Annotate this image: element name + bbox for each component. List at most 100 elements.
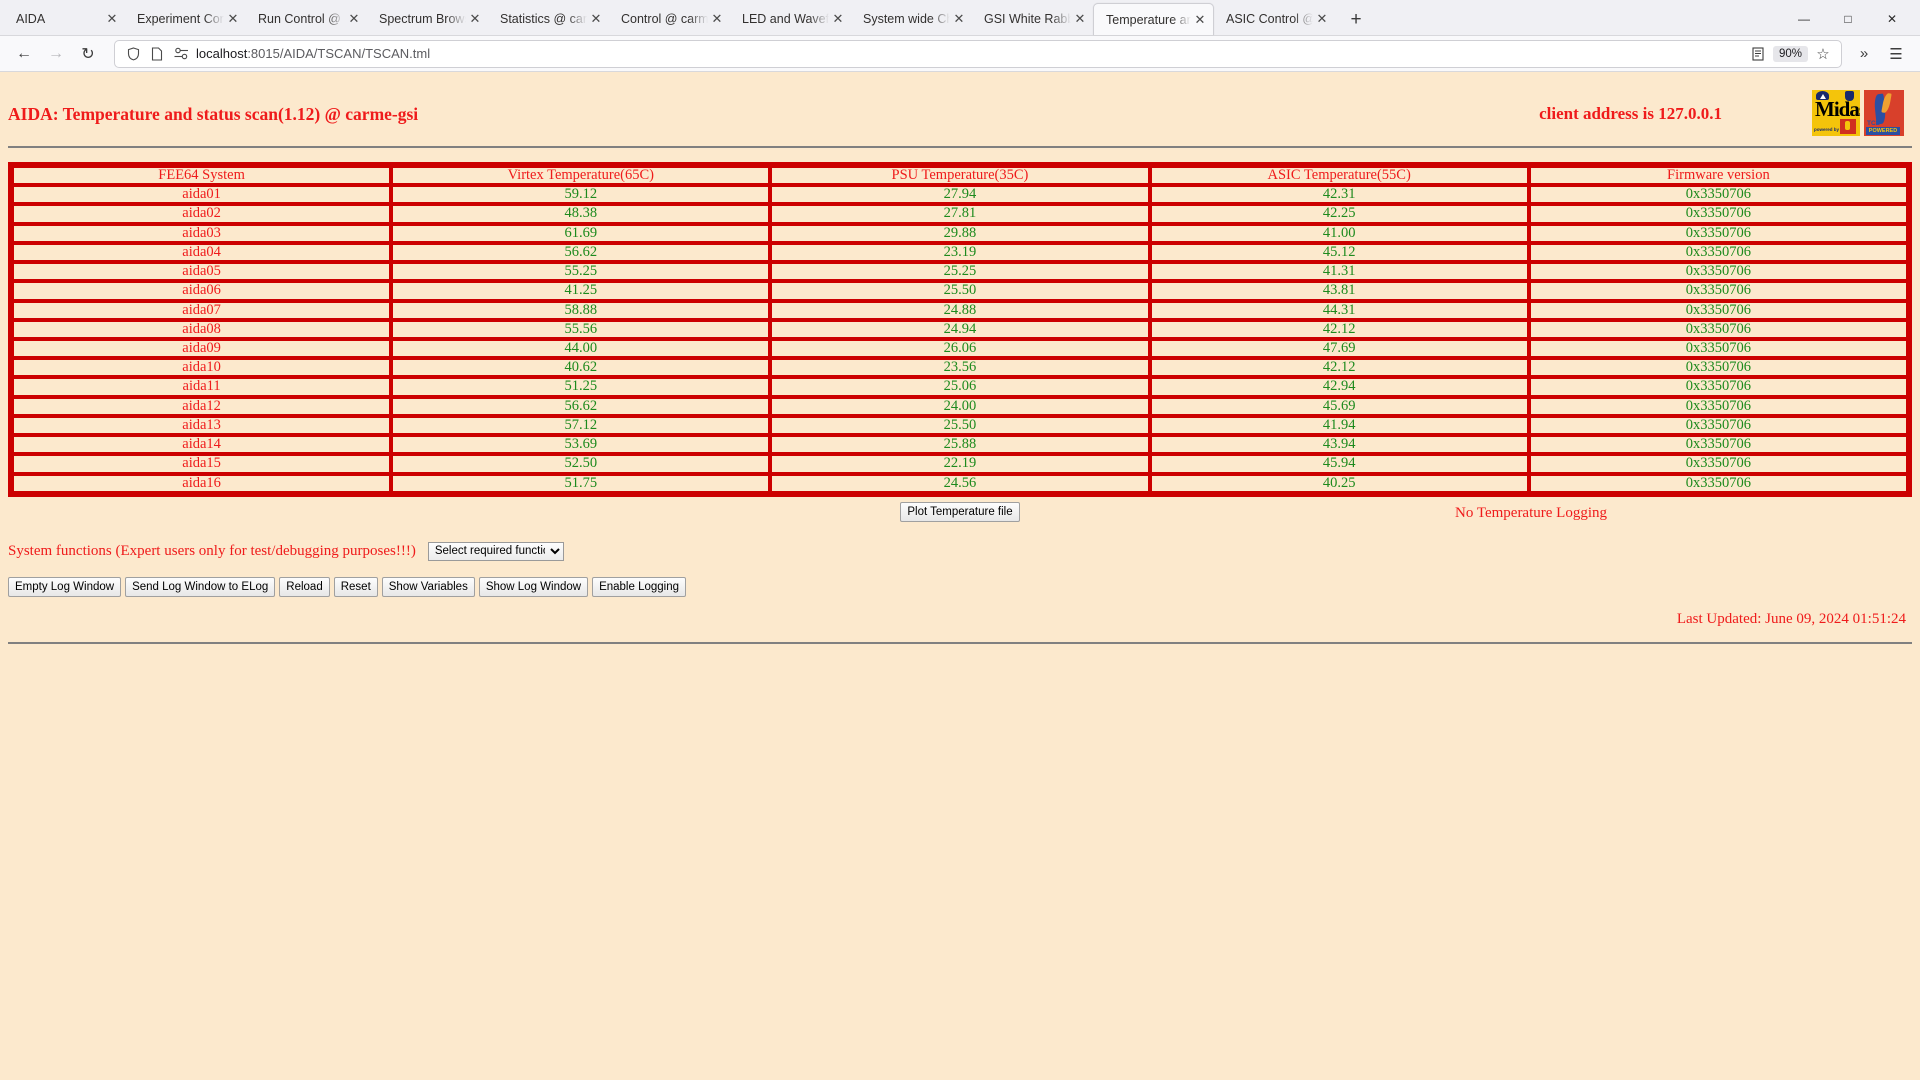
cell-asic: 47.69 [1149, 338, 1529, 359]
shield-icon[interactable] [121, 46, 145, 61]
action-button-empty-log-window[interactable]: Empty Log Window [8, 576, 122, 597]
page-header: AIDA: Temperature and status scan(1.12) … [8, 72, 1912, 136]
cell-psu: 29.88 [770, 223, 1150, 243]
cell-system: aida07 [12, 300, 392, 320]
browser-tab[interactable]: System wide Check✕ [851, 3, 972, 35]
cell-system: aida16 [12, 473, 392, 493]
browser-tab[interactable]: Statistics @ carme✕ [488, 3, 609, 35]
plot-row: Plot Temperature file No Temperature Log… [8, 501, 1912, 528]
bookmark-star-icon[interactable]: ☆ [1811, 45, 1835, 63]
cell-firmware: 0x3350706 [1528, 300, 1908, 320]
tcl-logo-text: TCL [1867, 120, 1880, 127]
cell-virtex: 55.25 [391, 262, 771, 282]
cell-virtex: 58.88 [391, 300, 771, 320]
cell-virtex: 41.25 [391, 281, 771, 301]
cell-system: aida10 [12, 358, 392, 378]
maximize-button[interactable]: □ [1826, 3, 1870, 35]
browser-tab[interactable]: ASIC Control @ car✕ [1214, 3, 1335, 35]
cell-virtex: 55.56 [391, 319, 771, 339]
browser-tab[interactable]: AIDA ✕ [4, 3, 125, 35]
tab-close-icon[interactable]: ✕ [708, 10, 726, 28]
permissions-icon[interactable] [169, 47, 193, 60]
cell-firmware: 0x3350706 [1528, 377, 1908, 397]
browser-tab[interactable]: Experiment Control✕ [125, 3, 246, 35]
browser-tab[interactable]: Spectrum Browser✕ [367, 3, 488, 35]
cell-asic: 42.94 [1149, 377, 1529, 397]
temperature-table: FEE64 System Virtex Temperature(65C) PSU T… [8, 162, 1912, 497]
cell-asic: 41.94 [1149, 415, 1529, 436]
tab-close-icon[interactable]: ✕ [224, 10, 242, 28]
tab-close-icon[interactable]: ✕ [103, 10, 121, 28]
tab-close-icon[interactable]: ✕ [466, 10, 484, 28]
url-path: :8015/AIDA/TSCAN/TSCAN.tml [247, 46, 431, 61]
app-menu-icon[interactable]: ☰ [1880, 39, 1912, 69]
cell-firmware: 0x3350706 [1528, 204, 1908, 224]
cell-virtex: 53.69 [391, 435, 771, 455]
tab-close-icon[interactable]: ✕ [950, 10, 968, 28]
tab-close-icon[interactable]: ✕ [587, 10, 605, 28]
close-window-button[interactable]: ✕ [1870, 3, 1914, 35]
cell-psu: 23.56 [770, 358, 1150, 378]
browser-tab[interactable]: Control @ carme-gsi✕ [609, 3, 730, 35]
cell-psu: 23.19 [770, 242, 1150, 263]
tab-close-icon[interactable]: ✕ [829, 10, 847, 28]
cell-asic: 42.12 [1149, 358, 1529, 378]
new-tab-button[interactable]: + [1341, 5, 1371, 35]
action-button-reset[interactable]: Reset [333, 576, 378, 597]
action-button-show-log-window[interactable]: Show Log Window [478, 576, 589, 597]
cell-psu: 24.00 [770, 396, 1150, 416]
browser-tab[interactable]: LED and Waveform✕ [730, 3, 851, 35]
table-row: aida09 44.00 26.06 47.69 0x3350706 [12, 338, 1908, 359]
table-row: aida04 56.62 23.19 45.12 0x3350706 [12, 242, 1908, 263]
tab-label: System wide Check [863, 12, 950, 26]
system-functions-row: System functions (Expert users only for … [8, 541, 1912, 561]
tab-label: GSI White Rabbit Ti [984, 12, 1071, 26]
cell-firmware: 0x3350706 [1528, 415, 1908, 436]
cell-virtex: 51.75 [391, 473, 771, 493]
function-select[interactable]: Select required function [427, 541, 564, 561]
action-button-enable-logging[interactable]: Enable Logging [592, 576, 687, 597]
table-row: aida02 48.38 27.81 42.25 0x3350706 [12, 204, 1908, 224]
client-address: client address is 127.0.0.1 [1539, 104, 1722, 123]
cell-asic: 45.12 [1149, 242, 1529, 263]
cell-firmware: 0x3350706 [1528, 473, 1908, 493]
cell-firmware: 0x3350706 [1528, 358, 1908, 378]
overflow-menu-icon[interactable]: » [1848, 39, 1880, 69]
minimize-button[interactable]: — [1782, 3, 1826, 35]
cell-asic: 43.94 [1149, 435, 1529, 455]
table-row: aida07 58.88 24.88 44.31 0x3350706 [12, 300, 1908, 320]
action-button-reload[interactable]: Reload [279, 576, 330, 597]
action-button-send-log-window-to-elog[interactable]: Send Log Window to ELog [125, 576, 276, 597]
tab-label: Control @ carme-gsi [621, 12, 708, 26]
browser-tab[interactable]: GSI White Rabbit Ti✕ [972, 3, 1093, 35]
action-button-row: Empty Log Window Send Log Window to ELog R… [8, 576, 1912, 597]
tab-close-icon[interactable]: ✕ [1191, 11, 1209, 29]
toolbar-right: » ☰ [1848, 39, 1912, 69]
back-icon[interactable]: ← [8, 39, 40, 69]
cell-firmware: 0x3350706 [1528, 319, 1908, 339]
tab-close-icon[interactable]: ✕ [1071, 10, 1089, 28]
plot-temperature-file-button[interactable]: Plot Temperature file [900, 501, 1020, 522]
forward-icon[interactable]: → [40, 39, 72, 69]
action-button-show-variables[interactable]: Show Variables [381, 576, 475, 597]
page-icon[interactable] [145, 46, 169, 61]
table-row: aida16 51.75 24.56 40.25 0x3350706 [12, 473, 1908, 493]
tab-close-icon[interactable]: ✕ [1313, 10, 1331, 28]
table-row: aida12 56.62 24.00 45.69 0x3350706 [12, 396, 1908, 416]
url-bar[interactable]: localhost:8015/AIDA/TSCAN/TSCAN.tml 90% … [114, 39, 1842, 68]
table-row: aida11 51.25 25.06 42.94 0x3350706 [12, 377, 1908, 397]
reload-icon[interactable]: ↻ [72, 39, 104, 69]
tab-strip: AIDA✕Experiment Control✕Run Control @ ca… [0, 0, 1920, 36]
zoom-level-badge[interactable]: 90% [1772, 45, 1808, 62]
navigation-toolbar: ← → ↻ localhost:8015/AIDA/TSCAN/TSCAN.tm… [0, 36, 1920, 72]
browser-tab[interactable]: Run Control @ carme✕ [246, 3, 367, 35]
browser-tab[interactable]: Temperature and st✕ [1093, 3, 1214, 35]
reader-view-icon[interactable] [1746, 46, 1770, 61]
cell-firmware: 0x3350706 [1528, 396, 1908, 416]
tab-close-icon[interactable]: ✕ [345, 10, 363, 28]
table-row: aida01 59.12 27.94 42.31 0x3350706 [12, 185, 1908, 205]
cell-firmware: 0x3350706 [1528, 435, 1908, 455]
cell-firmware: 0x3350706 [1528, 338, 1908, 359]
cell-system: aida02 [12, 204, 392, 224]
url-text[interactable]: localhost:8015/AIDA/TSCAN/TSCAN.tml [193, 46, 1746, 61]
